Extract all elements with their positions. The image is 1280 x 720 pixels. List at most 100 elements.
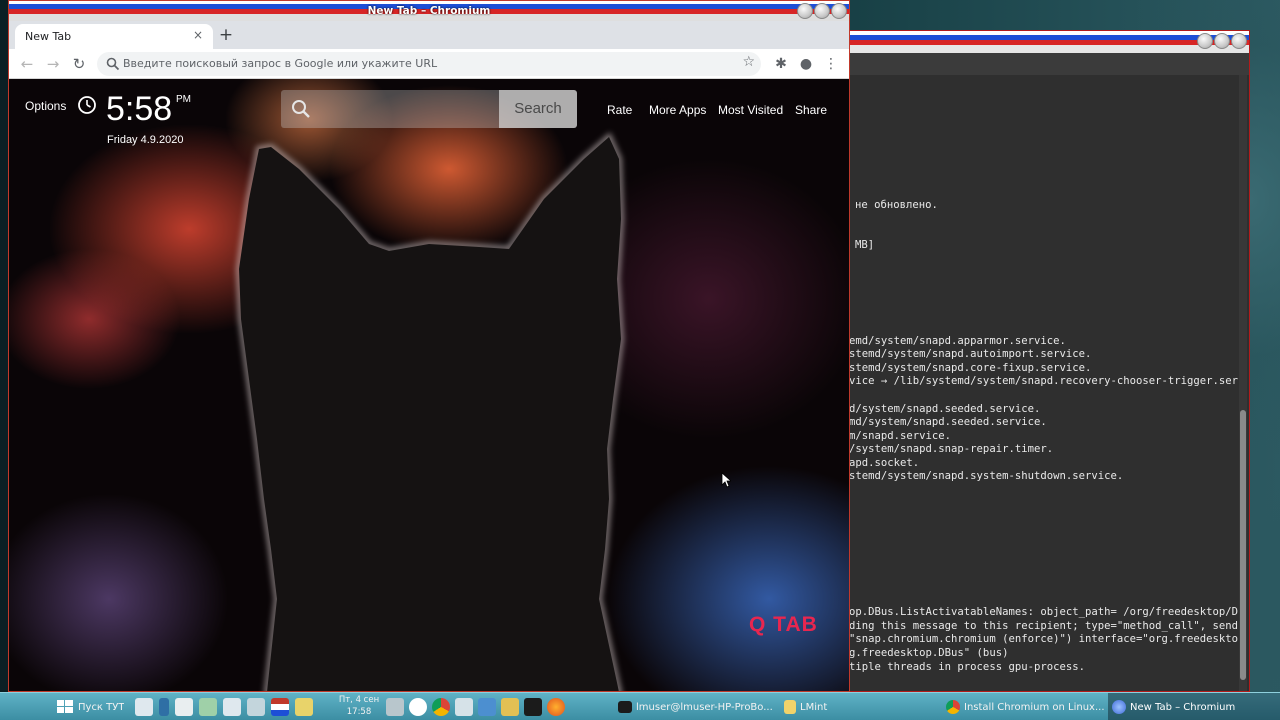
- cat-silhouette-image: [235, 132, 625, 691]
- task-new-tab[interactable]: New Tab – Chromium: [1112, 693, 1276, 720]
- terminal-scrollbar[interactable]: [1239, 75, 1247, 691]
- forward-icon[interactable]: →: [43, 54, 63, 74]
- window-titlebar[interactable]: New Tab – Chromium: [9, 1, 849, 21]
- network-icon[interactable]: [135, 698, 153, 716]
- onboard-keyboard-icon[interactable]: [175, 698, 193, 716]
- chromium-window[interactable]: New Tab – Chromium New Tab × + ← → ↻ Вве…: [8, 0, 850, 692]
- bookmark-star-icon[interactable]: ☆: [742, 54, 755, 70]
- terminal-line: m/snapd.service.: [849, 430, 952, 442]
- shield-icon[interactable]: [199, 698, 217, 716]
- terminal-line: ding this message to this recipient; typ…: [849, 620, 1239, 632]
- close-icon[interactable]: [831, 3, 847, 19]
- clock-time: 5:58: [106, 90, 173, 128]
- taskbar: Пуск ТУТ Пт, 4 сен 17:58 lmuser@lmuser-H…: [0, 692, 1280, 720]
- task-label: LMint: [800, 701, 828, 713]
- firefox-icon[interactable]: [547, 698, 565, 716]
- mouse-cursor-icon: [721, 472, 731, 488]
- flag-icon[interactable]: [271, 698, 289, 716]
- tab-title: New Tab: [25, 30, 72, 43]
- terminal-line: stemd/system/snapd.core-fixup.service.: [849, 362, 1092, 374]
- chrome-icon[interactable]: [432, 698, 450, 716]
- browser-toolbar: ← → ↻ Введите поисковый запрос в Google …: [9, 49, 849, 79]
- most-visited-link[interactable]: Most Visited: [718, 103, 783, 117]
- window-title: New Tab – Chromium: [367, 5, 491, 17]
- task-label: lmuser@lmuser-HP-ProBo...: [636, 701, 773, 713]
- extensions-icon[interactable]: ✱: [771, 54, 791, 74]
- maximize-icon[interactable]: [814, 3, 830, 19]
- screenshot-icon[interactable]: [386, 698, 404, 716]
- clock-time: 17:58: [346, 707, 372, 717]
- reload-icon[interactable]: ↻: [69, 54, 89, 74]
- terminal-icon: [618, 701, 632, 713]
- bluetooth-icon[interactable]: [159, 698, 169, 716]
- start-button[interactable]: Пуск ТУТ: [56, 693, 124, 720]
- search-input[interactable]: [281, 90, 499, 128]
- chromium-icon: [1112, 700, 1126, 714]
- minimize-icon[interactable]: [1197, 33, 1213, 49]
- terminal-line: tiple threads in process gpu-process.: [849, 661, 1085, 673]
- terminal-line: vice → /lib/systemd/system/snapd.recover…: [849, 375, 1239, 387]
- terminal-line: md/system/snapd.seeded.service.: [849, 416, 1047, 428]
- address-bar[interactable]: Введите поисковый запрос в Google или ук…: [97, 52, 761, 76]
- document-icon: [784, 700, 796, 714]
- options-link[interactable]: Options: [25, 99, 66, 113]
- profile-icon[interactable]: ●: [796, 54, 816, 74]
- task-chrome-install[interactable]: Install Chromium on Linux...: [946, 693, 1104, 720]
- edit-icon[interactable]: [247, 698, 265, 716]
- clock-date: Пт, 4 сен: [338, 695, 380, 705]
- system-tray: [135, 693, 313, 720]
- terminal-line: emd/system/snapd.apparmor.service.: [849, 335, 1066, 347]
- close-icon[interactable]: [1231, 33, 1247, 49]
- monitor-icon[interactable]: [478, 698, 496, 716]
- windows-logo-icon: [57, 700, 73, 713]
- search-icon: [106, 57, 120, 71]
- start-label: Пуск ТУТ: [78, 701, 125, 713]
- quick-launch: [386, 693, 565, 720]
- terminal-output[interactable]: не обновлено. MB] emd/system/snapd.appar…: [841, 75, 1239, 691]
- new-tab-button[interactable]: +: [215, 25, 237, 47]
- taskbar-clock[interactable]: Пт, 4 сен 17:58: [332, 694, 386, 718]
- clock-date: Friday 4.9.2020: [107, 134, 184, 146]
- terminal-line: не обновлено.: [855, 199, 938, 211]
- terminal-line: g.freedesktop.DBus" (bus): [849, 647, 1009, 659]
- clock-icon[interactable]: [77, 95, 97, 115]
- terminal-line: /system/snapd.snap-repair.timer.: [849, 443, 1054, 455]
- folder-icon[interactable]: [501, 698, 519, 716]
- terminal-menubar: [841, 53, 1249, 75]
- task-terminal[interactable]: lmuser@lmuser-HP-ProBo...: [618, 693, 778, 720]
- new-tab-page: Options 5:58 PM Friday 4.9.2020 Search R…: [9, 79, 849, 691]
- more-apps-link[interactable]: More Apps: [649, 103, 706, 117]
- terminal-line: "snap.chromium.chromium (enforce)") inte…: [849, 633, 1239, 645]
- terminal-titlebar[interactable]: [841, 31, 1249, 53]
- menu-icon[interactable]: ⋮: [821, 54, 841, 74]
- chrome-icon: [946, 700, 960, 714]
- settings-icon[interactable]: [455, 698, 473, 716]
- maximize-icon[interactable]: [1214, 33, 1230, 49]
- qtab-logo: Q TAB: [749, 613, 818, 636]
- rate-link[interactable]: Rate: [607, 103, 632, 117]
- share-link[interactable]: Share: [795, 103, 827, 117]
- terminal-line: MB]: [855, 239, 875, 251]
- close-tab-icon[interactable]: ×: [191, 28, 205, 42]
- tab-strip: New Tab × +: [9, 21, 849, 49]
- task-label: New Tab – Chromium: [1130, 701, 1236, 713]
- yandex-browser-icon[interactable]: [409, 698, 427, 716]
- minimize-icon[interactable]: [797, 3, 813, 19]
- search-button[interactable]: Search: [499, 90, 577, 128]
- search-icon: [292, 100, 310, 118]
- back-icon[interactable]: ←: [17, 54, 37, 74]
- terminal-line: op.DBus.ListActivatableNames: object_pat…: [849, 606, 1239, 618]
- notes-icon[interactable]: [295, 698, 313, 716]
- task-label: Install Chromium on Linux...: [964, 701, 1104, 713]
- terminal-window[interactable]: не обновлено. MB] emd/system/snapd.appar…: [840, 30, 1250, 692]
- terminal-line: stemd/system/snapd.autoimport.service.: [849, 348, 1092, 360]
- clock-ampm: PM: [176, 94, 191, 105]
- address-placeholder: Введите поисковый запрос в Google или ук…: [123, 57, 438, 70]
- terminal-line: stemd/system/snapd.system-shutdown.servi…: [849, 470, 1124, 482]
- scrollbar-thumb[interactable]: [1240, 410, 1246, 680]
- tab-new-tab[interactable]: New Tab ×: [15, 24, 213, 49]
- task-lmint[interactable]: LMint: [784, 693, 844, 720]
- terminal-icon[interactable]: [524, 698, 542, 716]
- terminal-line: apd.socket.: [849, 457, 920, 469]
- volume-icon[interactable]: [223, 698, 241, 716]
